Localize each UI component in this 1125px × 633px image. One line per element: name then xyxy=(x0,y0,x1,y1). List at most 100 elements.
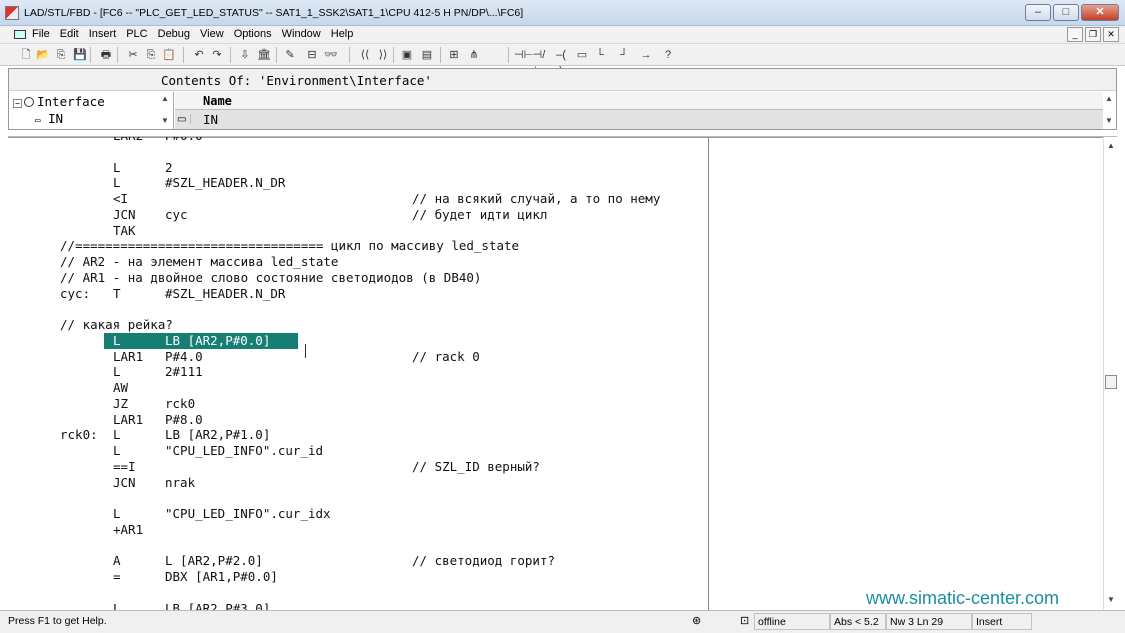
column-name-header[interactable]: Name xyxy=(203,94,232,108)
branch-close-icon[interactable]: ┘ xyxy=(616,47,632,63)
tree-item-interface[interactable]: − Interface xyxy=(13,94,105,109)
menu-file[interactable]: File xyxy=(32,28,50,40)
code-line[interactable]: L 2#111 xyxy=(8,364,708,380)
menu-debug[interactable]: Debug xyxy=(158,28,190,40)
jump-label: rck0: xyxy=(60,427,98,443)
menu-window[interactable]: Window xyxy=(282,28,321,40)
instruction: LAR1 xyxy=(113,348,144,364)
tree-item-in[interactable]: ▭ IN xyxy=(35,111,63,126)
coil-icon[interactable]: –( ) xyxy=(553,47,569,77)
stl-code-editor[interactable]: ▲ ▼ LAR2P#0.0 L2L#SZL_HEADER.N_DR<I// на … xyxy=(8,136,1117,610)
code-line[interactable]: = DBX [AR1,P#0.0] xyxy=(8,569,708,585)
code-line[interactable]: L LB [AR2,P#0.0] xyxy=(8,333,708,349)
instruction: L xyxy=(113,427,121,443)
code-comment-line[interactable]: //================================= цикл… xyxy=(8,238,708,254)
table-row[interactable]: ▭ IN xyxy=(175,110,1103,129)
next-icon[interactable]: ⟩⟩ xyxy=(375,47,391,63)
paste-icon[interactable]: 📋 xyxy=(161,47,177,63)
code-comment-line[interactable]: // какая рейка? xyxy=(8,317,708,333)
copy-icon[interactable]: ⎘ xyxy=(143,47,159,63)
collapse-icon[interactable]: − xyxy=(13,99,22,108)
box-icon[interactable]: ▭ xyxy=(574,47,590,63)
scroll-thumb[interactable] xyxy=(1105,375,1117,389)
code-line[interactable]: JZ rck0 xyxy=(8,396,708,412)
network-insert-icon[interactable]: ⊞ xyxy=(446,47,462,63)
menu-help[interactable]: Help xyxy=(331,28,354,40)
scroll-up-icon[interactable]: ▲ xyxy=(1107,141,1115,150)
overview-icon[interactable]: ▣ xyxy=(399,47,415,63)
code-line[interactable]: ==I // SZL_ID верный? xyxy=(8,459,708,475)
close-button[interactable]: ✕ xyxy=(1081,4,1119,21)
operand: "CPU_LED_INFO".cur_id xyxy=(165,443,324,458)
scroll-down-icon[interactable]: ▼ xyxy=(1105,116,1113,125)
menu-insert[interactable]: Insert xyxy=(89,28,117,40)
code-line[interactable]: rck0: L LB [AR2,P#1.0] xyxy=(8,427,708,443)
code-line[interactable]: L "CPU_LED_INFO".cur_id xyxy=(8,443,708,459)
code-comment-line[interactable]: // AR2 - на элемент массива led_state xyxy=(8,254,708,270)
monitor-icon[interactable]: 🏛 xyxy=(256,47,272,63)
scroll-up-icon[interactable]: ▲ xyxy=(1105,94,1113,103)
prev-icon[interactable]: ⟨⟨ xyxy=(357,47,373,63)
menu-plc[interactable]: PLC xyxy=(126,28,147,40)
code-line[interactable]: AW xyxy=(8,380,708,396)
nc-contact-icon[interactable]: ⊣/⊢ xyxy=(531,47,547,77)
code-line[interactable]: JCN cyc // будет идти цикл xyxy=(8,207,708,223)
scroll-down-icon[interactable]: ▼ xyxy=(161,116,169,125)
code-line[interactable]: L2 xyxy=(8,160,708,176)
menu-view[interactable]: View xyxy=(200,28,224,40)
details-icon[interactable]: ▤ xyxy=(419,47,435,63)
document-icon[interactable] xyxy=(14,30,26,39)
code-line[interactable]: cyc: T #SZL_HEADER.N_DR xyxy=(8,286,708,302)
code-line[interactable]: <I // на всякий случай, а то по нему xyxy=(8,191,708,207)
redo-icon[interactable]: ↷ xyxy=(209,47,225,63)
contact-icon[interactable]: ⊣⊢ xyxy=(514,47,533,63)
download-icon[interactable]: ⇩ xyxy=(237,47,253,63)
interface-scrollbar[interactable]: ▲ ▼ xyxy=(1102,92,1116,129)
code-line[interactable]: L LB [AR2,P#3.0] xyxy=(8,601,708,611)
undo-icon[interactable]: ↶ xyxy=(191,47,207,63)
code-comment-line[interactable]: // AR1 - на двойное слово состояние свет… xyxy=(8,270,708,286)
open-icon[interactable]: 📂 xyxy=(35,47,51,63)
code-line[interactable]: TAK xyxy=(8,223,708,239)
toolbar-separator xyxy=(508,47,509,63)
code-line[interactable]: JCN nrak xyxy=(8,475,708,491)
scroll-up-icon[interactable]: ▲ xyxy=(161,94,169,103)
doc-restore-button[interactable]: ❐ xyxy=(1085,27,1101,42)
code-line[interactable]: +AR1 xyxy=(8,522,708,538)
instruction: T xyxy=(113,285,121,301)
code-line[interactable]: L "CPU_LED_INFO".cur_idx xyxy=(8,506,708,522)
save-icon[interactable]: 💾 xyxy=(72,47,88,63)
menu-edit[interactable]: Edit xyxy=(60,28,79,40)
ladder-icon[interactable]: ⊟ xyxy=(304,47,320,63)
print-icon[interactable]: 🖶 xyxy=(98,47,114,63)
tree-scrollbar[interactable]: ▲ ▼ xyxy=(159,92,172,129)
code-line[interactable]: LAR1 P#4.0 // rack 0 xyxy=(8,349,708,365)
scroll-down-icon[interactable]: ▼ xyxy=(1107,595,1115,604)
cut-icon[interactable]: ✂ xyxy=(125,47,141,63)
code-line[interactable]: LAR1 P#8.0 xyxy=(8,412,708,428)
jump-icon[interactable]: → xyxy=(638,47,654,63)
watermark: www.simatic-center.com xyxy=(866,588,1060,608)
instruction: TAK xyxy=(113,222,136,238)
network-icon[interactable]: ⎘ xyxy=(53,47,69,63)
code-line[interactable]: L #SZL_HEADER.N_DR xyxy=(8,175,708,191)
table-cell-name[interactable]: IN xyxy=(203,112,218,127)
code-line[interactable]: A L [AR2,P#2.0] // светодиод горит? xyxy=(8,553,708,569)
minimize-button[interactable]: – xyxy=(1025,4,1051,21)
branch-icon[interactable]: ⋔ xyxy=(466,47,482,63)
new-icon[interactable]: 🗋 xyxy=(18,47,34,63)
doc-close-button[interactable]: ✕ xyxy=(1103,27,1119,42)
operand: L [AR2,P#2.0] xyxy=(165,553,263,569)
toolbar-separator xyxy=(276,47,277,63)
code-line[interactable]: LAR2 P#0.0 xyxy=(8,137,708,144)
operand: LB [AR2,P#3.0] xyxy=(165,600,271,611)
operand: P#8.0 xyxy=(165,411,203,427)
doc-minimize-button[interactable]: _ xyxy=(1067,27,1083,42)
comment-icon[interactable]: ✎ xyxy=(282,47,298,63)
branch-open-icon[interactable]: └ xyxy=(592,47,608,63)
maximize-button[interactable]: □ xyxy=(1053,4,1079,21)
help-icon[interactable]: ? xyxy=(660,47,676,63)
glasses-icon[interactable]: 👓 xyxy=(323,47,339,63)
menu-options[interactable]: Options xyxy=(234,28,272,40)
code-scrollbar[interactable]: ▲ ▼ xyxy=(1103,137,1117,610)
